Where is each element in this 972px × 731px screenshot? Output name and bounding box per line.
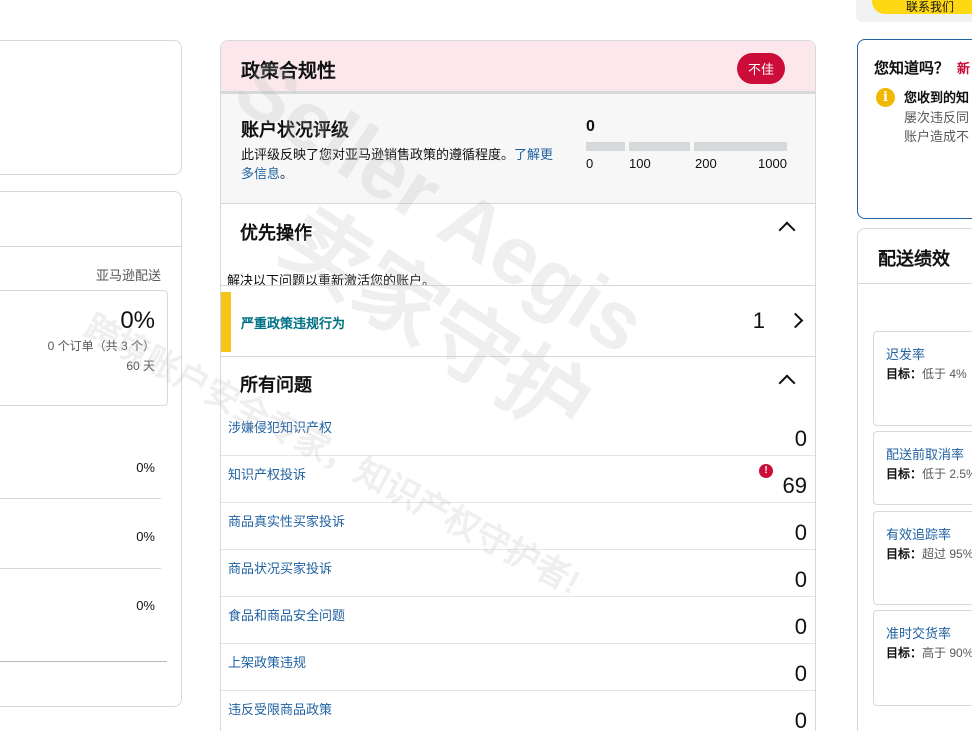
issue-count: 69 xyxy=(782,473,807,498)
score-bar-segment xyxy=(694,142,787,151)
scale-tick: 200 xyxy=(695,156,717,171)
priority-indicator xyxy=(221,292,231,352)
issue-label[interactable]: 上架政策违规 xyxy=(228,652,306,671)
did-you-know-card: 您知道吗？ 新 i 您收到的知 屡次违反同 账户造成不 xyxy=(857,39,972,219)
account-health-title: 账户状况评级 xyxy=(241,120,349,140)
metric-target: 目标：低于 2.5% xyxy=(886,465,972,482)
description-text: 此评级反映了您对亚马逊销售政策的遵循程度。 xyxy=(241,147,515,162)
metric-name[interactable]: 准时交货率 xyxy=(886,623,951,642)
issue-count: 0 xyxy=(794,614,807,639)
issue-count: 0 xyxy=(794,426,807,451)
metric-target: 目标：高于 90% xyxy=(886,644,972,661)
issue-label[interactable]: 知识产权投诉 xyxy=(228,464,306,483)
issue-count: 0 xyxy=(794,567,807,592)
metric-target: 目标：低于 4% xyxy=(886,365,967,382)
defect-orders-text: 0 个订单（共 3 个） xyxy=(47,339,155,353)
tip-heading: 您收到的知 xyxy=(904,90,970,105)
defect-rate-box[interactable]: 0% 0 个订单（共 3 个） 60 天 xyxy=(0,290,168,406)
policy-compliance-title: 政策合规性 xyxy=(241,61,337,82)
issue-label[interactable]: 商品状况买家投诉 xyxy=(228,558,332,577)
customer-service-card: 亚马逊配送 0% 0 个订单（共 3 个） 60 天 0% 0% 0% xyxy=(0,191,182,707)
scale-tick: 100 xyxy=(629,156,651,171)
priority-actions-title: 优先操作 xyxy=(240,223,312,243)
metric-name[interactable]: 迟发率 xyxy=(886,344,925,363)
policy-compliance-card: 政策合规性 不佳 账户状况评级 此评级反映了您对亚马逊销售政策的遵循程度。了解更… xyxy=(220,40,816,731)
scale-tick: 0 xyxy=(586,156,594,171)
fulfillment-label: 亚马逊配送 xyxy=(95,268,161,283)
tip-text-line: 屡次违反同 xyxy=(904,110,970,125)
chevron-up-icon[interactable] xyxy=(778,221,796,239)
issue-count: 0 xyxy=(794,520,807,545)
top-action-container: 联系我们 xyxy=(856,0,972,22)
priority-item-count: 1 xyxy=(752,308,765,333)
issue-label[interactable]: 违反受限商品政策 xyxy=(228,699,332,718)
account-health-description: 此评级反映了您对亚马逊销售政策的遵循程度。了解更多信息。 xyxy=(241,145,561,183)
status-badge: 不佳 xyxy=(736,53,785,84)
score-bar-segment xyxy=(586,142,625,151)
alert-icon: ! xyxy=(759,464,773,478)
chevron-right-icon[interactable] xyxy=(787,312,804,329)
issue-label[interactable]: 食品和商品安全问题 xyxy=(228,605,345,624)
priority-item-label[interactable]: 严重政策违规行为 xyxy=(241,313,345,332)
rate-row-value: 0% xyxy=(136,529,155,544)
description-end: 。 xyxy=(280,166,294,181)
health-score: 0 xyxy=(586,118,595,135)
issue-row[interactable]: 违反受限商品政策 0 xyxy=(221,691,815,731)
issue-count: 0 xyxy=(794,661,807,686)
card-divider xyxy=(858,283,972,284)
row-divider xyxy=(0,661,167,662)
defect-rate-value: 0% xyxy=(120,307,155,334)
priority-actions-header[interactable]: 优先操作 xyxy=(221,204,815,256)
card-divider xyxy=(0,246,181,247)
score-bar-segment xyxy=(629,142,690,151)
metric-late-dispatch[interactable]: 迟发率 目标：低于 4% xyxy=(873,331,972,426)
metric-cancel-rate[interactable]: 配送前取消率 目标：低于 2.5% xyxy=(873,431,972,505)
left-top-card xyxy=(0,40,182,175)
all-issues-header[interactable]: 所有问题 xyxy=(221,359,815,409)
target-label: 目标： xyxy=(886,547,923,561)
all-issues-title: 所有问题 xyxy=(240,375,312,395)
issue-label[interactable]: 涉嫌侵犯知识产权 xyxy=(228,417,332,436)
target-label: 目标： xyxy=(886,646,923,660)
shipping-performance-card: 配送绩效 迟发率 目标：低于 4% 配送前取消率 目标：低于 2.5% 有效追踪… xyxy=(857,228,972,731)
new-tag: 新 xyxy=(957,61,971,76)
account-health-page: 亚马逊配送 0% 0 个订单（共 3 个） 60 天 0% 0% 0% 政策合规… xyxy=(0,0,972,731)
info-icon: i xyxy=(876,88,895,107)
target-value: 低于 2.5% xyxy=(922,467,972,481)
issue-count: 0 xyxy=(794,708,807,731)
row-divider xyxy=(0,498,161,499)
shipping-performance-title: 配送绩效 xyxy=(878,249,950,269)
metric-name[interactable]: 配送前取消率 xyxy=(886,444,964,463)
issue-row[interactable]: 商品状况买家投诉 0 xyxy=(221,550,815,597)
tip-text-line: 账户造成不 xyxy=(904,129,970,144)
target-value: 超过 95% xyxy=(922,547,972,561)
rate-row-value: 0% xyxy=(136,598,155,613)
metric-on-time-delivery[interactable]: 准时交货率 目标：高于 90% xyxy=(873,610,972,706)
metric-name[interactable]: 有效追踪率 xyxy=(886,524,951,543)
target-label: 目标： xyxy=(886,367,923,381)
target-value: 高于 90% xyxy=(922,646,972,660)
issue-row[interactable]: 上架政策违规 0 xyxy=(221,644,815,691)
rate-row-value: 0% xyxy=(136,460,155,475)
issue-row[interactable]: 食品和商品安全问题 0 xyxy=(221,597,815,644)
issue-row[interactable]: 商品真实性买家投诉 0 xyxy=(221,503,815,550)
priority-item-severe-violation[interactable]: 严重政策违规行为 1 xyxy=(221,285,815,357)
row-divider xyxy=(0,568,161,569)
scale-tick: 1000 xyxy=(758,156,787,171)
did-you-know-title-text: 您知道吗？ xyxy=(874,60,950,77)
defect-days-text: 60 天 xyxy=(126,359,155,373)
policy-compliance-header: 政策合规性 不佳 xyxy=(221,41,815,94)
did-you-know-title: 您知道吗？ 新 xyxy=(874,57,970,78)
contact-button[interactable]: 联系我们 xyxy=(872,0,972,14)
chevron-up-icon[interactable] xyxy=(778,374,796,392)
issue-row[interactable]: 涉嫌侵犯知识产权 0 xyxy=(221,409,815,456)
account-health-rating: 账户状况评级 此评级反映了您对亚马逊销售政策的遵循程度。了解更多信息。 0 0 … xyxy=(221,94,815,204)
issue-row[interactable]: 知识产权投诉 ! 69 xyxy=(221,456,815,503)
target-label: 目标： xyxy=(886,467,923,481)
target-value: 低于 4% xyxy=(922,367,967,381)
metric-valid-tracking[interactable]: 有效追踪率 目标：超过 95% xyxy=(873,511,972,605)
issue-label[interactable]: 商品真实性买家投诉 xyxy=(228,511,345,530)
metric-target: 目标：超过 95% xyxy=(886,545,972,562)
